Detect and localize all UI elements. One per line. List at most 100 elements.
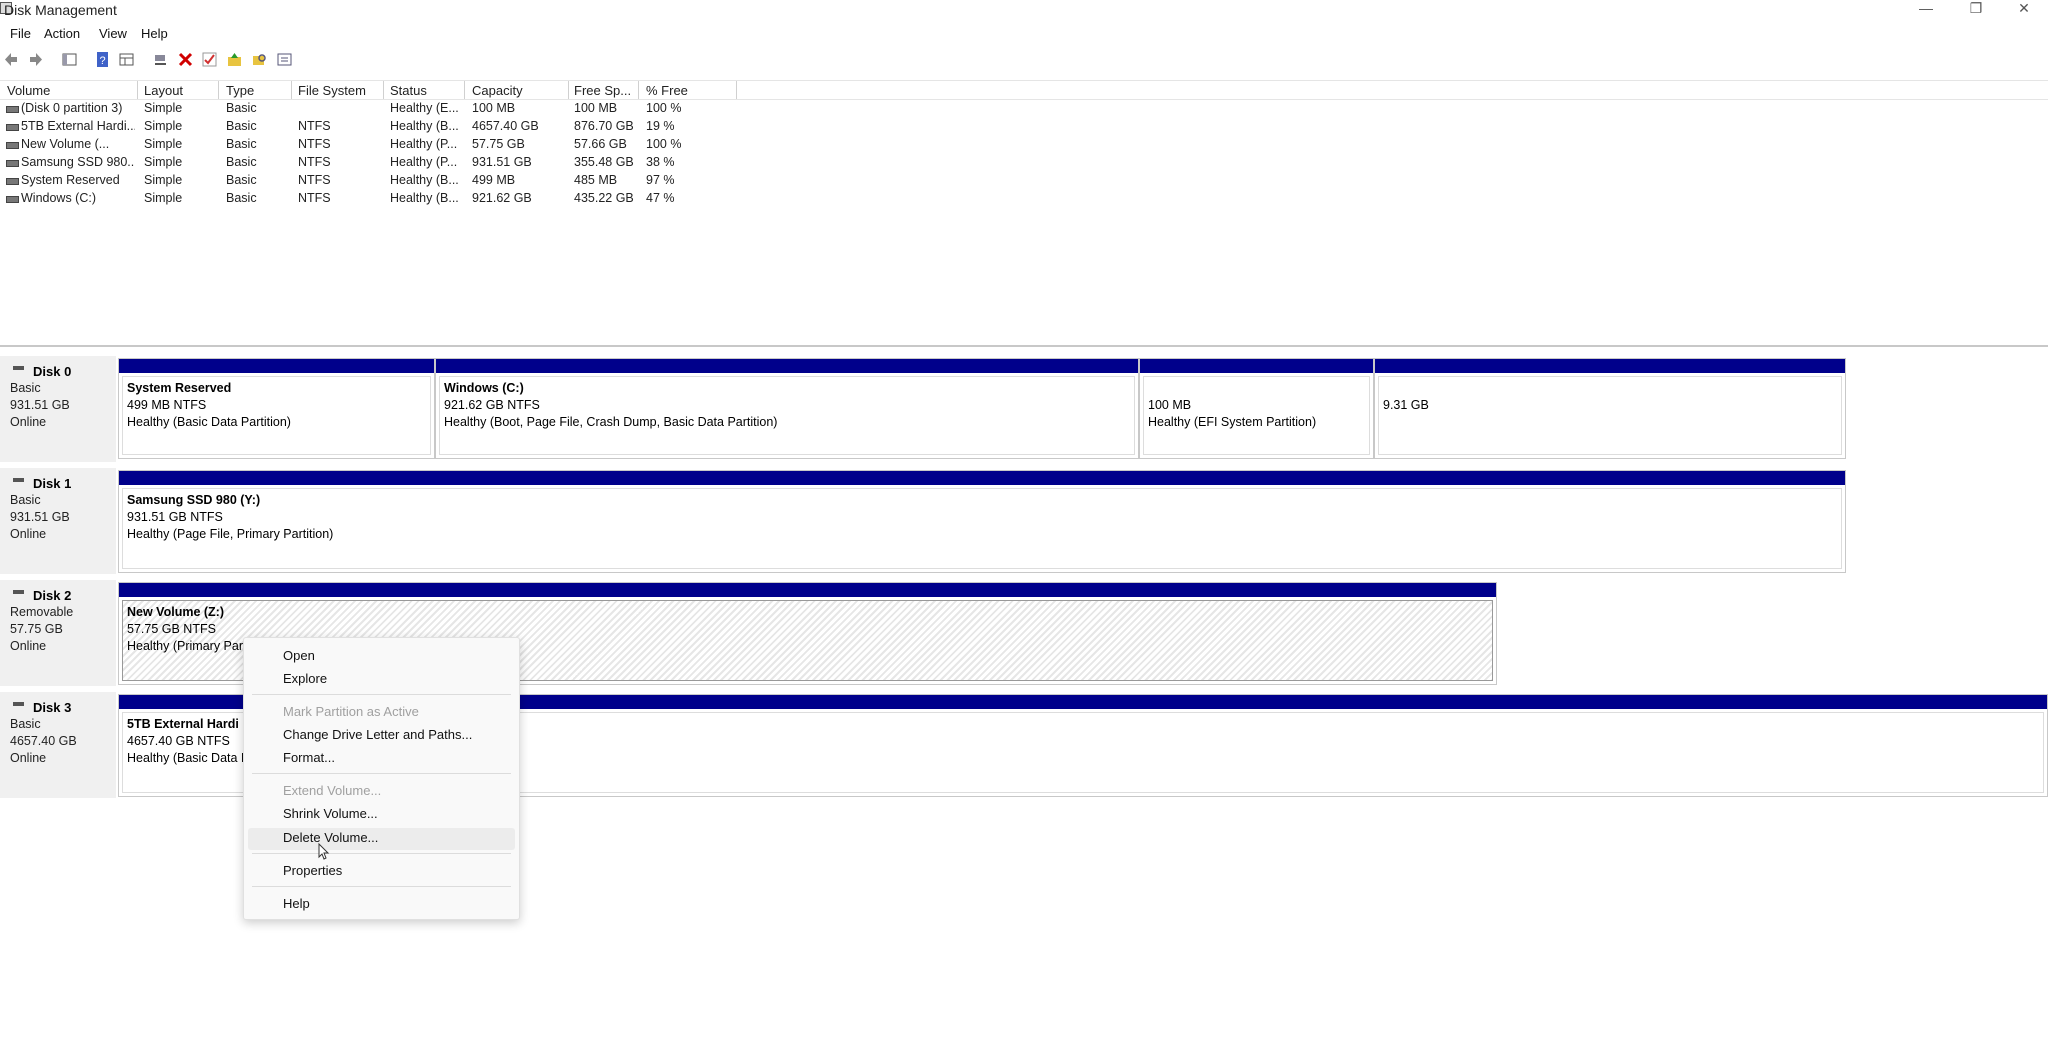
disk-name: Disk 0 [33, 364, 72, 379]
column-file-system[interactable]: File System [298, 83, 366, 98]
partition-size: 57.75 GB NTFS [127, 622, 216, 636]
column-type[interactable]: Type [226, 83, 254, 98]
menu-item-explore[interactable]: Explore [283, 671, 327, 686]
cell-percent-free: 100 % [646, 137, 682, 151]
cell-file-system: NTFS [298, 173, 331, 187]
column-divider[interactable] [638, 81, 639, 99]
menu-file[interactable]: File [10, 26, 31, 41]
volume-icon [6, 196, 19, 203]
menu-item-format[interactable]: Format... [283, 750, 335, 765]
partition-name: New Volume (Z:) [127, 605, 224, 619]
cell-free-space: 485 MB [574, 173, 618, 187]
table-row[interactable]: System Reserved Simple Basic NTFS Health… [0, 172, 740, 190]
disk-0-label[interactable]: Disk 0 Basic 931.51 GB Online [0, 356, 116, 464]
column-capacity[interactable]: Capacity [472, 83, 523, 98]
cell-file-system: NTFS [298, 191, 331, 205]
column-divider[interactable] [383, 81, 384, 99]
column-divider[interactable] [291, 81, 292, 99]
mouse-pointer-icon [318, 842, 330, 864]
table-row[interactable]: (Disk 0 partition 3) Simple Basic Health… [0, 100, 740, 118]
menu-item-open[interactable]: Open [283, 648, 315, 663]
disk-status: Online [10, 751, 47, 765]
disk-name: Disk 2 [33, 588, 72, 603]
help-icon[interactable]: ? [94, 51, 111, 68]
menu-item-shrink-volume[interactable]: Shrink Volume... [283, 806, 378, 821]
column-divider[interactable] [568, 81, 569, 99]
partition-body: 9.31 GB [1378, 376, 1842, 455]
partition-bar [436, 359, 1138, 373]
partition-system-reserved[interactable]: System Reserved 499 MB NTFS Healthy (Bas… [118, 358, 435, 459]
table-row[interactable]: Windows (C:) Simple Basic NTFS Healthy (… [0, 190, 740, 208]
menu-item-properties[interactable]: Properties [283, 863, 342, 878]
disk-status: Online [10, 527, 47, 541]
partition-bar [1375, 359, 1845, 373]
cell-file-system: NTFS [298, 119, 331, 133]
menu-view[interactable]: View [99, 26, 127, 41]
disk-3-label[interactable]: Disk 3 Basic 4657.40 GB Online [0, 692, 116, 800]
cell-layout: Simple [144, 155, 183, 169]
partition-status: Healthy (Page File, Primary Partition) [127, 527, 334, 541]
disk-type: Basic [10, 717, 41, 731]
folder-up-icon[interactable] [226, 51, 243, 68]
cell-type: Basic [226, 119, 257, 133]
disk-icon [13, 590, 24, 594]
menu-item-help[interactable]: Help [283, 896, 310, 911]
volume-list-header: Volume Layout Type File System Status Ca… [0, 80, 2048, 100]
connect-icon[interactable] [152, 51, 169, 68]
menu-help[interactable]: Help [141, 26, 168, 41]
partition-name: System Reserved [127, 381, 232, 395]
pane-splitter[interactable] [0, 345, 2048, 347]
cell-volume: (Disk 0 partition 3) [21, 101, 123, 115]
table-row[interactable]: New Volume (... Simple Basic NTFS Health… [0, 136, 740, 154]
volume-icon [6, 178, 19, 185]
partition-size: 9.31 GB [1383, 398, 1429, 412]
folder-search-icon[interactable] [251, 51, 268, 68]
properties-list-icon[interactable] [276, 51, 293, 68]
disk-icon [13, 478, 24, 482]
cell-layout: Simple [144, 191, 183, 205]
volume-icon [6, 142, 19, 149]
minimize-button[interactable]: — [1912, 0, 1940, 18]
column-divider[interactable] [736, 81, 737, 99]
column-volume[interactable]: Volume [7, 83, 50, 98]
menu-item-delete-volume[interactable]: Delete Volume... [283, 830, 378, 845]
cell-file-system: NTFS [298, 137, 331, 151]
cell-percent-free: 38 % [646, 155, 675, 169]
column-status[interactable]: Status [390, 83, 427, 98]
close-button[interactable]: ✕ [2010, 0, 2038, 18]
column-divider[interactable] [137, 81, 138, 99]
cell-status: Healthy (P... [390, 137, 458, 151]
show-panel-icon[interactable] [118, 51, 135, 68]
partition-samsung-ssd-y[interactable]: Samsung SSD 980 (Y:) 931.51 GB NTFS Heal… [118, 470, 1846, 573]
disk-type: Basic [10, 381, 41, 395]
checkmark-icon[interactable] [201, 51, 218, 68]
table-row[interactable]: Samsung SSD 980... Simple Basic NTFS Hea… [0, 154, 740, 172]
partition-status: Healthy (Basic Data I [127, 751, 245, 765]
back-arrow-icon[interactable] [3, 51, 20, 68]
partition-size: 4657.40 GB NTFS [127, 734, 230, 748]
menu-item-mark-active: Mark Partition as Active [283, 704, 419, 719]
forward-arrow-icon[interactable] [27, 51, 44, 68]
menu-action[interactable]: Action [44, 26, 80, 41]
volume-icon [6, 106, 19, 113]
partition-windows-c[interactable]: Windows (C:) 921.62 GB NTFS Healthy (Boo… [435, 358, 1139, 459]
column-percent-free[interactable]: % Free [646, 83, 688, 98]
restore-button[interactable]: ❐ [1962, 0, 1990, 18]
partition-size: 499 MB NTFS [127, 398, 207, 412]
disk-2-label[interactable]: Disk 2 Removable 57.75 GB Online [0, 580, 116, 688]
disk-1-label[interactable]: Disk 1 Basic 931.51 GB Online [0, 468, 116, 576]
column-divider[interactable] [464, 81, 465, 99]
menu-item-change-drive-letter[interactable]: Change Drive Letter and Paths... [283, 727, 472, 742]
cell-status: Healthy (E... [390, 101, 459, 115]
delete-icon[interactable] [177, 51, 194, 68]
column-layout[interactable]: Layout [144, 83, 183, 98]
partition-bar [119, 359, 434, 373]
column-free-space[interactable]: Free Sp... [574, 83, 631, 98]
table-row[interactable]: 5TB External Hardi... Simple Basic NTFS … [0, 118, 740, 136]
cell-free-space: 355.48 GB [574, 155, 634, 169]
partition-9gb[interactable]: 9.31 GB [1374, 358, 1846, 459]
partition-efi[interactable]: 100 MB Healthy (EFI System Partition) [1139, 358, 1374, 459]
console-tree-icon[interactable] [61, 51, 78, 68]
disk-status: Online [10, 415, 47, 429]
column-divider[interactable] [218, 81, 219, 99]
